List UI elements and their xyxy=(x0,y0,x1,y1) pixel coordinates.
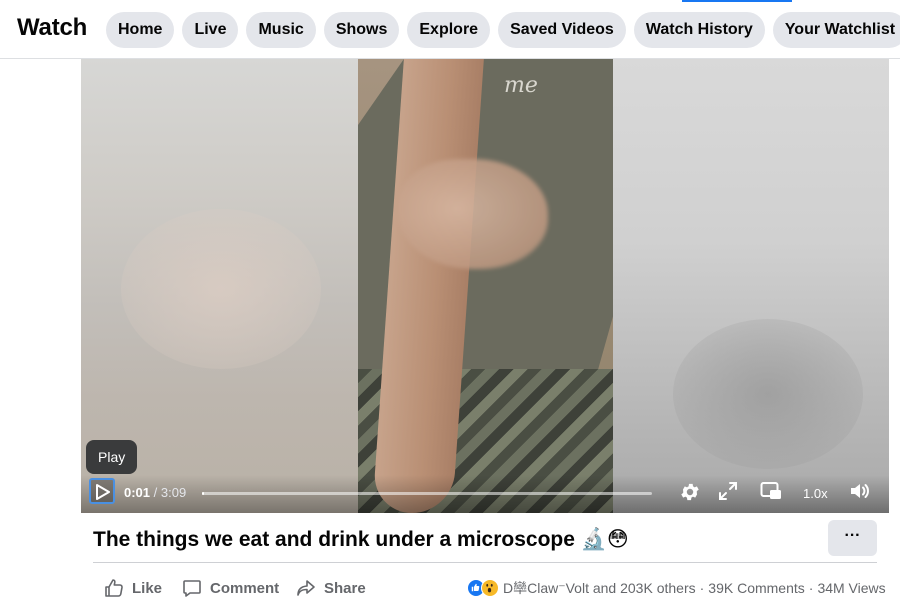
video-frame: me xyxy=(358,59,613,513)
playback-speed[interactable]: 1.0x xyxy=(803,486,828,501)
wow-reaction-icon[interactable] xyxy=(481,579,499,597)
title-emoji: 🔬😳 xyxy=(580,528,629,551)
progress-bar[interactable] xyxy=(202,492,652,495)
tab-live[interactable]: Live xyxy=(182,12,239,48)
tab-music[interactable]: Music xyxy=(246,12,316,48)
video-blur-background-right xyxy=(613,59,889,513)
comment-label: Comment xyxy=(210,579,280,597)
reactions-summary[interactable]: D卛Claw⁻Volt and 203K others xyxy=(503,578,696,598)
page-title: Watch xyxy=(17,14,88,41)
tab-saved-videos[interactable]: Saved Videos xyxy=(498,12,626,48)
active-tab-indicator xyxy=(682,0,792,2)
tab-home[interactable]: Home xyxy=(106,12,175,48)
player-controls: 0:01 / 3:09 1.0x xyxy=(81,475,889,513)
play-button[interactable] xyxy=(89,478,115,504)
share-button[interactable]: Share xyxy=(296,576,366,600)
time-display: 0:01 / 3:09 xyxy=(124,485,186,500)
time-separator: / xyxy=(150,485,161,500)
duration: 3:09 xyxy=(160,485,187,500)
shirt-logo: me xyxy=(504,73,538,98)
current-time: 0:01 xyxy=(124,485,151,500)
divider xyxy=(93,562,877,563)
miniplayer-icon[interactable] xyxy=(760,481,782,501)
more-options-button[interactable]: ··· xyxy=(828,520,877,556)
tab-watch-history[interactable]: Watch History xyxy=(633,12,765,48)
fullscreen-icon[interactable] xyxy=(718,481,738,501)
watch-tabs: Home Live Music Shows Explore Saved Vide… xyxy=(106,12,900,48)
comments-count[interactable]: 39K Comments xyxy=(708,580,804,596)
share-icon xyxy=(297,580,315,596)
gear-icon[interactable] xyxy=(679,481,701,503)
comment-button[interactable]: Comment xyxy=(182,576,279,600)
volume-icon[interactable] xyxy=(849,481,871,501)
play-icon xyxy=(96,484,110,500)
tab-explore[interactable]: Explore xyxy=(407,12,491,48)
tab-shows[interactable]: Shows xyxy=(323,12,400,48)
views-count: 34M Views xyxy=(817,580,886,596)
watch-header: Watch Home Live Music Shows Explore Save… xyxy=(0,0,900,59)
stats-separator: · xyxy=(699,580,705,596)
video-player[interactable]: me 0:01 / 3:09 1.0x xyxy=(81,59,889,513)
tab-your-watchlist[interactable]: Your Watchlist xyxy=(772,12,900,48)
video-title: The things we eat and drink under a micr… xyxy=(93,528,629,551)
like-label: Like xyxy=(132,579,163,597)
engagement-stats: D卛Claw⁻Volt and 203K others · 39K Commen… xyxy=(467,577,886,599)
share-label: Share xyxy=(324,579,366,597)
progress-fill xyxy=(202,492,205,495)
like-button[interactable]: Like xyxy=(104,576,162,600)
play-tooltip: Play xyxy=(86,440,138,474)
stats-separator: · xyxy=(808,580,814,596)
comment-icon xyxy=(183,580,201,597)
video-hand xyxy=(398,159,548,269)
thumbs-up-icon xyxy=(105,579,123,597)
